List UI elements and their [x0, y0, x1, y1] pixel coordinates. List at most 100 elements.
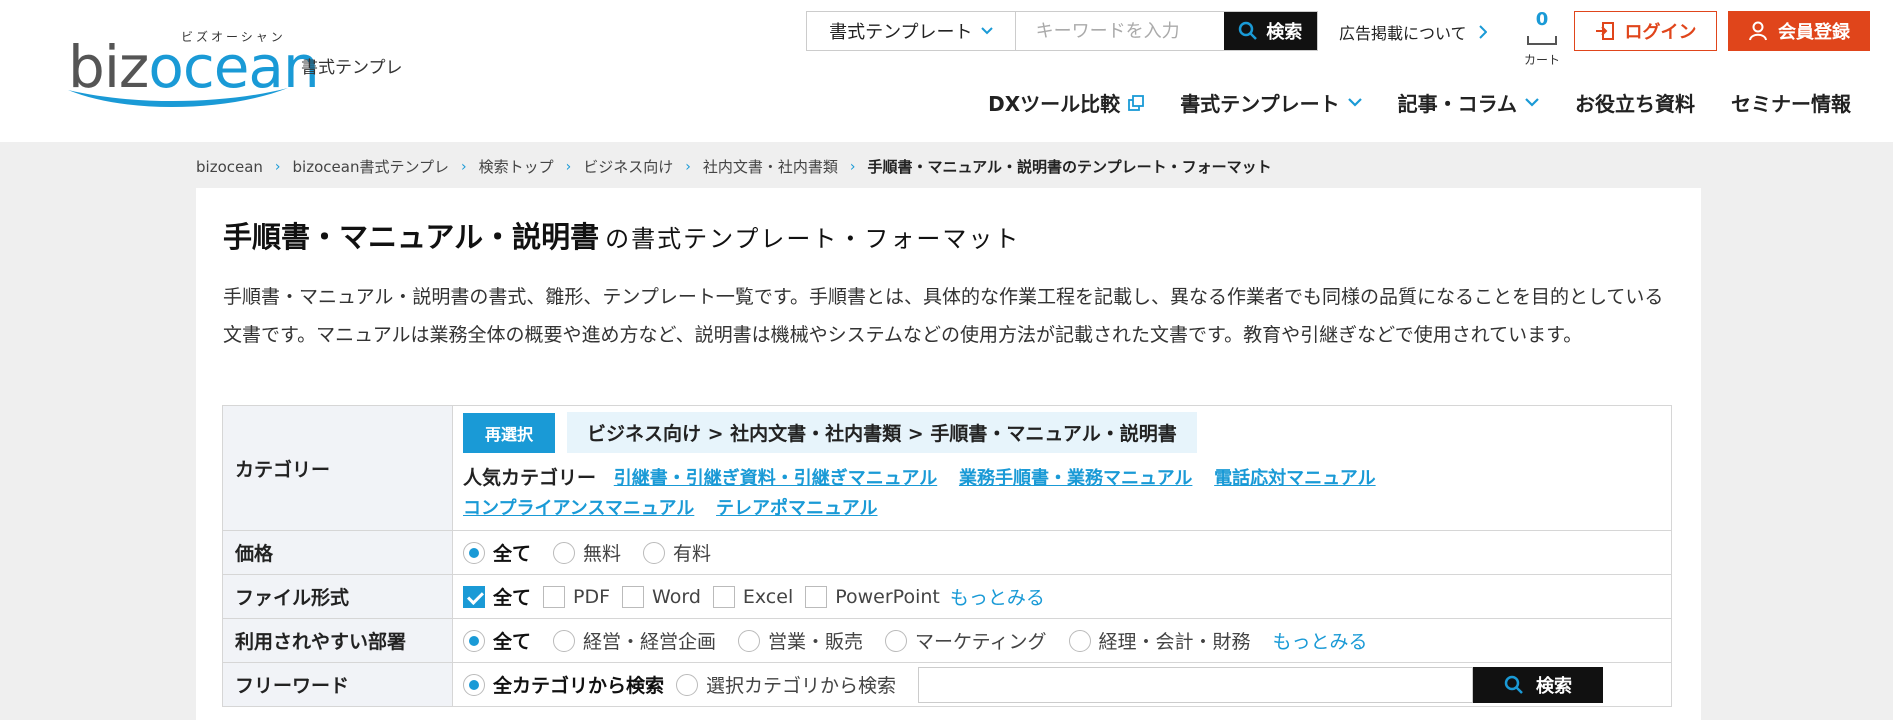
main-nav: DXツール比較 書式テンプレート 記事・コラム お役立ち資料 セミナー情報 [988, 88, 1851, 117]
radio-icon[interactable] [676, 673, 699, 696]
popular-category-link[interactable]: 業務手順書・業務マニュアル [959, 468, 1192, 489]
format-option-excel[interactable]: Excel [712, 585, 794, 608]
format-option-word[interactable]: Word [622, 585, 701, 608]
option-label: Excel [742, 585, 794, 608]
login-label: ログイン [1624, 22, 1697, 43]
advertising-link[interactable]: 広告掲載について [1339, 20, 1487, 44]
department-option-marketing[interactable]: マーケティング [885, 627, 1047, 654]
category-path: ビジネス向け > 社内文書・社内書類 > 手順書・マニュアル・説明書 [567, 412, 1197, 453]
radio-icon[interactable] [463, 541, 485, 564]
reselect-button[interactable]: 再選択 [463, 412, 556, 453]
department-option-accounting[interactable]: 経理・会計・財務 [1068, 627, 1251, 654]
price-option-all[interactable]: 全て [463, 539, 531, 566]
cart-button[interactable]: 0 カート [1520, 9, 1564, 68]
price-option-paid[interactable]: 有料 [643, 539, 711, 566]
filter-value: 再選択 ビジネス向け > 社内文書・社内書類 > 手順書・マニュアル・説明書 人… [452, 405, 1672, 531]
category-selection: 再選択 ビジネス向け > 社内文書・社内書類 > 手順書・マニュアル・説明書 [463, 412, 1671, 453]
radio-icon[interactable] [738, 629, 761, 652]
popular-category-link[interactable]: 電話応対マニュアル [1214, 468, 1375, 489]
checkbox-icon[interactable] [805, 585, 828, 608]
filter-row-department: 利用されやすい部署 全て 経営・経営企画 営業・販売 マーケティング 経理・会計… [222, 618, 1672, 663]
checkbox-icon[interactable] [463, 585, 485, 608]
nav-articles[interactable]: 記事・コラム [1398, 88, 1539, 117]
format-option-all[interactable]: 全て [463, 583, 531, 610]
radio-icon[interactable] [643, 541, 666, 564]
nav-dx-tools-label: DXツール比較 [988, 92, 1121, 116]
chevron-down-icon [1525, 98, 1539, 107]
radio-icon[interactable] [553, 541, 576, 564]
breadcrumb-item[interactable]: bizocean書式テンプレ [293, 156, 449, 177]
nav-articles-label: 記事・コラム [1397, 92, 1517, 116]
filter-label: カテゴリー [222, 405, 453, 531]
radio-icon[interactable] [553, 629, 576, 652]
format-option-powerpoint[interactable]: PowerPoint [805, 585, 940, 608]
option-label: PDF [573, 585, 611, 608]
option-label: 営業・販売 [768, 631, 864, 653]
radio-icon[interactable] [1068, 629, 1091, 652]
popular-category-link[interactable]: コンプライアンスマニュアル [463, 498, 694, 519]
filter-label: 価格 [222, 530, 453, 575]
option-label: 有料 [673, 543, 712, 565]
filter-table: カテゴリー 再選択 ビジネス向け > 社内文書・社内書類 > 手順書・マニュアル… [222, 405, 1672, 707]
search-button-label: 検索 [1266, 22, 1303, 43]
department-option-management[interactable]: 経営・経営企画 [553, 627, 716, 654]
user-icon [1749, 21, 1767, 41]
radio-icon[interactable] [885, 629, 908, 652]
logo-swoosh-icon [68, 88, 288, 108]
breadcrumb-item[interactable]: 社内文書・社内書類 [703, 156, 838, 177]
chevron-right-icon: › [849, 158, 856, 175]
chevron-down-icon [1347, 98, 1362, 107]
format-more-link[interactable]: もっとみる [950, 583, 1045, 610]
external-link-icon [1128, 94, 1145, 111]
register-button[interactable]: 会員登録 [1728, 11, 1870, 51]
nav-dx-tools[interactable]: DXツール比較 [988, 88, 1145, 117]
option-label: PowerPoint [835, 585, 940, 608]
nav-seminars[interactable]: セミナー情報 [1731, 88, 1851, 117]
freeword-option-all[interactable]: 全カテゴリから検索 [463, 671, 664, 698]
chevron-right-icon: › [565, 158, 572, 175]
option-label: マーケティング [915, 631, 1047, 653]
login-button[interactable]: ログイン [1574, 11, 1717, 51]
search-button[interactable]: 検索 [1223, 12, 1317, 50]
nav-templates[interactable]: 書式テンプレート [1180, 88, 1362, 117]
cart-count: 0 [1535, 9, 1549, 30]
chevron-right-icon [1478, 25, 1487, 39]
search-category-select[interactable]: 書式テンプレート [807, 12, 1016, 50]
page-title-main: 手順書・マニュアル・説明書 [223, 220, 600, 254]
filter-value: 全て 無料 有料 [452, 530, 1672, 575]
login-icon [1595, 22, 1614, 40]
freeword-input[interactable] [918, 666, 1474, 703]
popular-categories: 人気カテゴリー 引継書・引継ぎ資料・引継ぎマニュアル 業務手順書・業務マニュアル… [463, 463, 1671, 524]
page-title-sub: の書式テンプレート・フォーマット [605, 225, 1021, 253]
freeword-option-selected[interactable]: 選択カテゴリから検索 [676, 671, 896, 698]
checkbox-icon[interactable] [543, 585, 566, 608]
search-input[interactable] [1015, 12, 1224, 50]
checkbox-icon[interactable] [622, 585, 645, 608]
filter-row-category: カテゴリー 再選択 ビジネス向け > 社内文書・社内書類 > 手順書・マニュアル… [222, 405, 1672, 531]
option-label: 選択カテゴリから検索 [706, 675, 897, 697]
nav-resources[interactable]: お役立ち資料 [1575, 88, 1695, 117]
department-option-sales[interactable]: 営業・販売 [738, 627, 863, 654]
filter-label: 利用されやすい部署 [222, 618, 453, 663]
breadcrumb-item[interactable]: ビジネス向け [583, 156, 673, 177]
radio-icon[interactable] [463, 673, 485, 696]
department-more-link[interactable]: もっとみる [1273, 627, 1368, 654]
bizocean-logo[interactable]: ビズオーシャン bizocean [66, 24, 320, 108]
option-label: 経理・会計・財務 [1098, 631, 1251, 653]
option-label: Word [652, 585, 701, 608]
radio-icon[interactable] [463, 629, 485, 652]
freeword-search-label: 検索 [1536, 675, 1573, 697]
format-option-pdf[interactable]: PDF [543, 585, 611, 608]
breadcrumb-item[interactable]: 検索トップ [479, 156, 554, 177]
price-option-free[interactable]: 無料 [553, 539, 621, 566]
register-label: 会員登録 [1778, 22, 1850, 43]
freeword-search-button[interactable]: 検索 [1473, 666, 1604, 703]
popular-category-link[interactable]: テレアポマニュアル [716, 498, 877, 519]
breadcrumb-item[interactable]: bizocean [196, 158, 263, 176]
department-option-all[interactable]: 全て [463, 627, 531, 654]
filter-row-price: 価格 全て 無料 有料 [222, 530, 1672, 575]
option-label: 全て [493, 587, 532, 609]
checkbox-icon[interactable] [712, 585, 735, 608]
popular-category-link[interactable]: 引継書・引継ぎ資料・引継ぎマニュアル [614, 468, 937, 489]
option-label: 全て [493, 631, 532, 653]
